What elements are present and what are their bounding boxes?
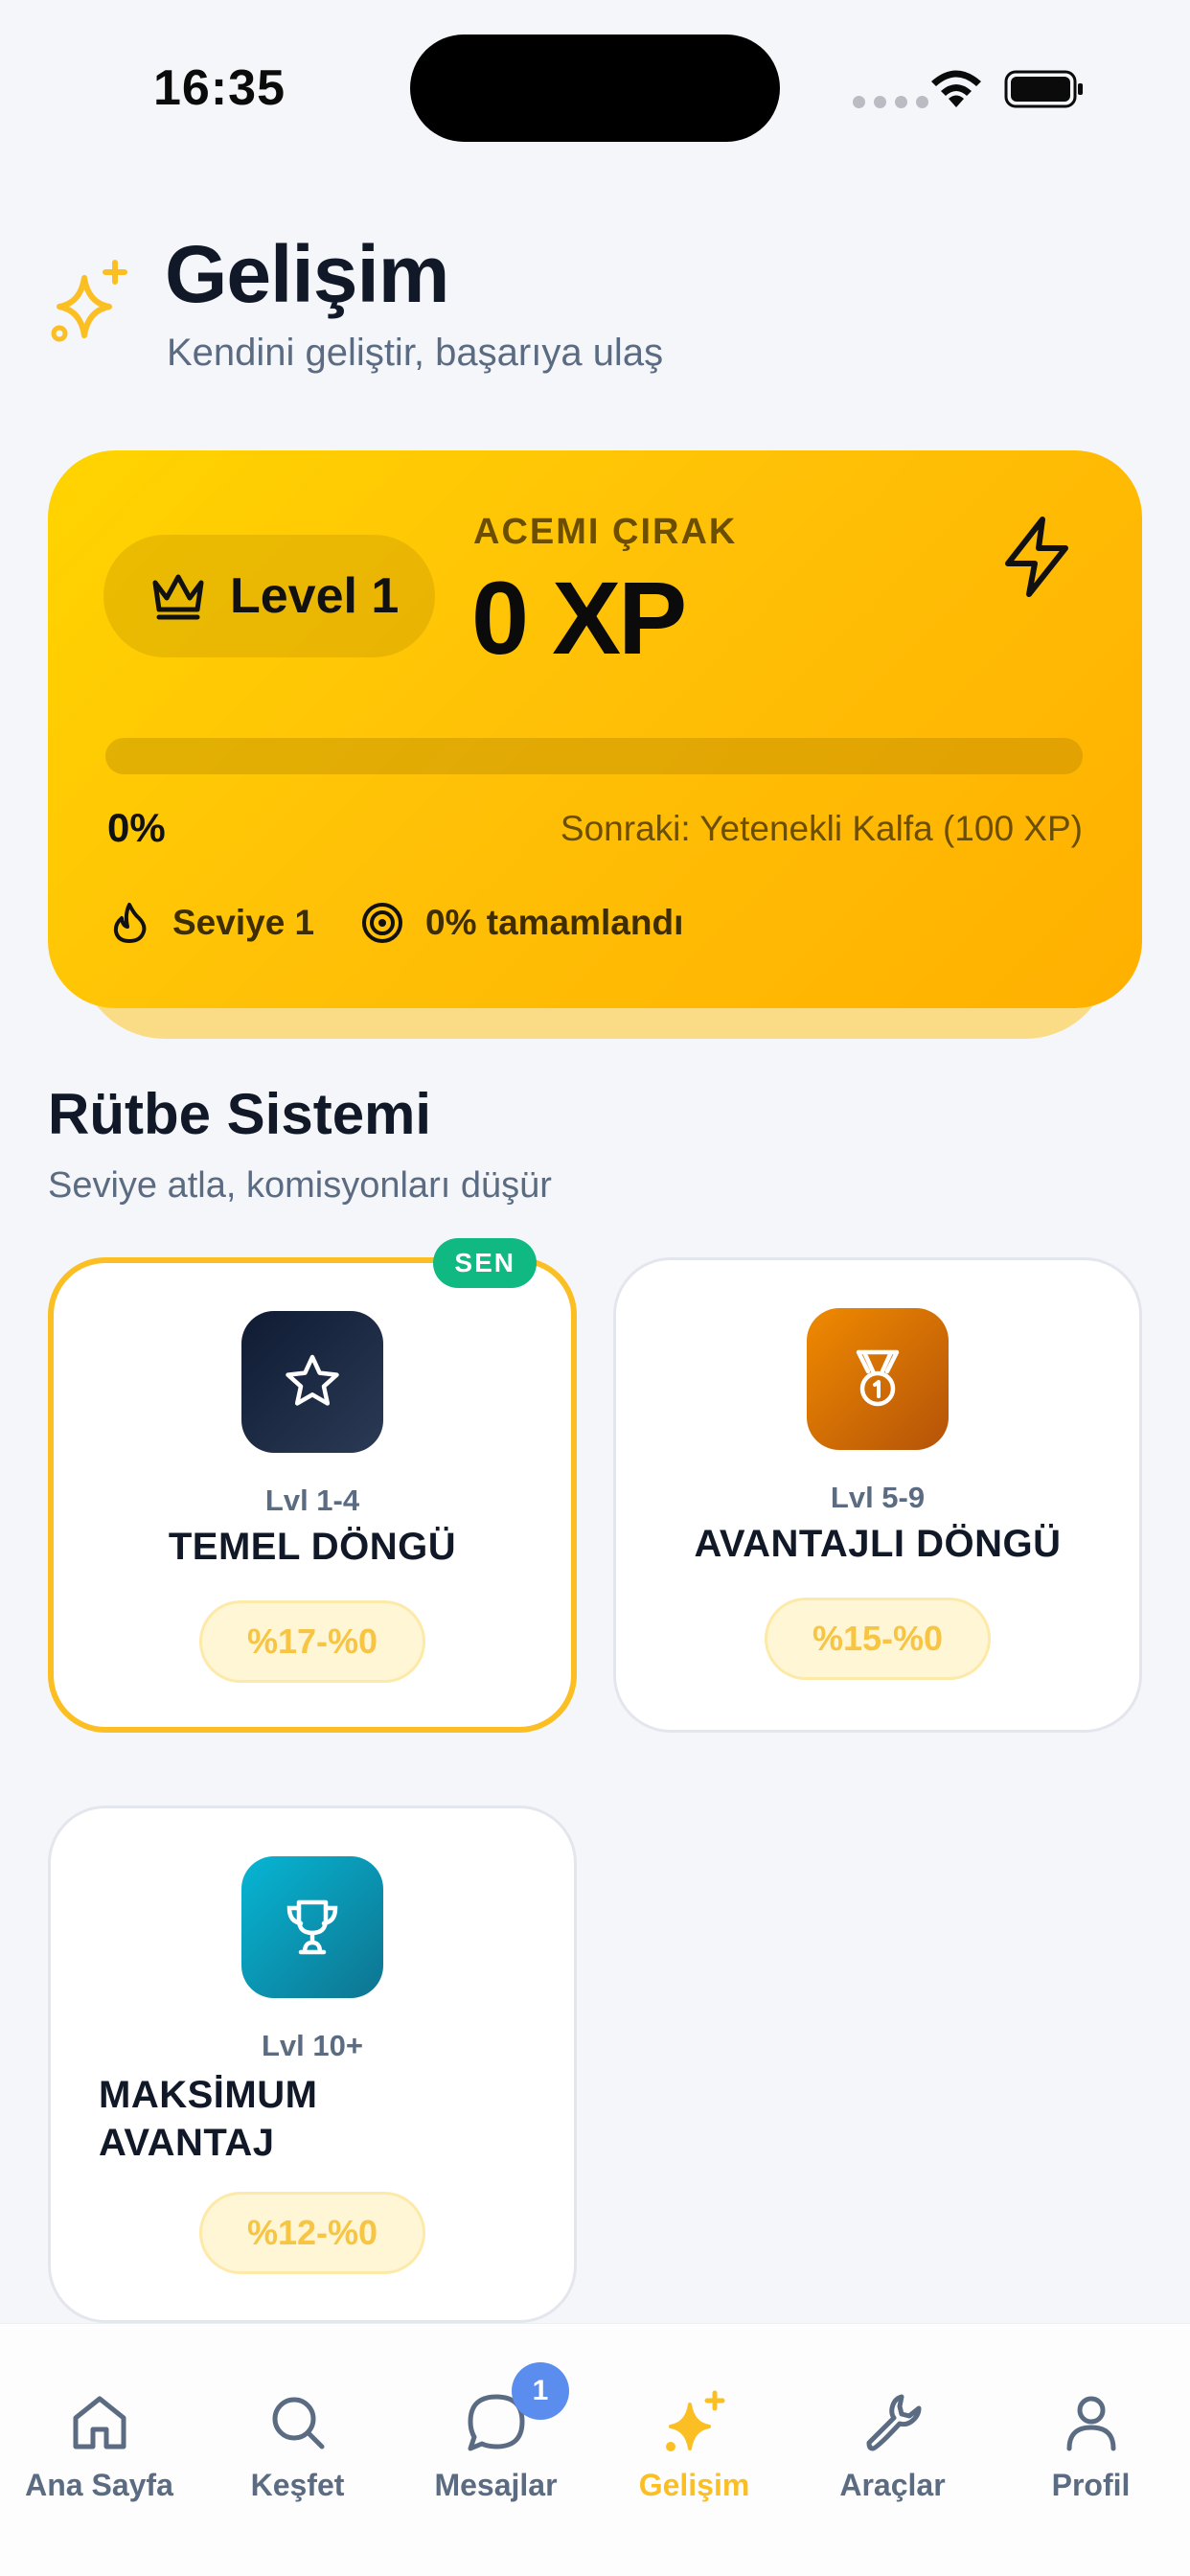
medal-icon — [856, 1349, 900, 1407]
completion-stat: 0% tamamlandı — [360, 901, 683, 945]
tab-profil[interactable]: Profil — [992, 2324, 1190, 2516]
unread-badge: 1 — [512, 2362, 569, 2420]
status-time: 16:35 — [153, 60, 286, 116]
rank-level: Lvl 5-9 — [830, 1481, 926, 1514]
flame-icon — [113, 903, 147, 943]
rank-icon-box — [241, 1856, 383, 1998]
tab-label: Araçlar — [839, 2468, 946, 2502]
tab-label: Profil — [1051, 2468, 1131, 2502]
tab-gelisim[interactable]: Gelişim — [595, 2324, 793, 2516]
target-icon — [362, 903, 402, 943]
star-icon — [286, 1354, 339, 1406]
commission-rate: %15-%0 — [765, 1598, 991, 1680]
rank-card-temel[interactable]: SEN Lvl 1-4 TEMEL DÖNGÜ %17-%0 — [48, 1238, 577, 1733]
current-rank-name: ACEMI ÇIRAK — [473, 512, 738, 552]
rank-icon-box — [807, 1308, 949, 1450]
page-subtitle: Kendini geliştir, başarıya ulaş — [167, 332, 664, 374]
rank-level: Lvl 10+ — [262, 2029, 363, 2062]
page-title: Gelişim — [165, 229, 449, 319]
lightning-icon — [1005, 517, 1068, 597]
current-rank-badge: SEN — [433, 1238, 537, 1288]
level-label: Level 1 — [230, 568, 400, 624]
xp-card: Level 1 ACEMI ÇIRAK 0 XP 0% Sonraki: Yet… — [48, 450, 1142, 1008]
rank-name-line-2: AVANTAJ — [99, 2122, 275, 2164]
search-icon — [272, 2397, 324, 2450]
next-rank-label: Sonraki: Yetenekli Kalfa (100 XP) — [560, 809, 1083, 848]
rank-name-line-1: MAKSİMUM — [99, 2074, 318, 2116]
rank-name: AVANTAJLI DÖNGÜ — [694, 1523, 1062, 1565]
tab-ana-sayfa[interactable]: Ana Sayfa — [0, 2324, 198, 2516]
bottom-tab-bar: Ana Sayfa Keşfet 1 Mesajlar Gelişim Araç… — [0, 2323, 1190, 2576]
completion-stat-text: 0% tamamlandı — [425, 903, 684, 942]
commission-rate: %17-%0 — [199, 1600, 425, 1683]
section-subtitle: Seviye atla, komisyonları düşür — [48, 1165, 552, 1206]
rank-card-avantajli[interactable]: Lvl 5-9 AVANTAJLI DÖNGÜ %15-%0 — [613, 1257, 1142, 1733]
tab-label: Mesajlar — [434, 2468, 558, 2502]
rank-card-maksimum[interactable]: Lvl 10+ MAKSİMUM AVANTAJ %12-%0 — [48, 1806, 577, 2323]
level-stat-text: Seviye 1 — [172, 903, 315, 942]
crown-icon — [152, 574, 204, 620]
section-title: Rütbe Sistemi — [48, 1082, 432, 1146]
rank-name: TEMEL DÖNGÜ — [168, 1526, 457, 1568]
xp-progress-bar — [105, 738, 1083, 774]
progress-percent: 0% — [107, 805, 166, 850]
commission-rate: %12-%0 — [199, 2192, 425, 2274]
rank-level: Lvl 1-4 — [264, 1484, 360, 1517]
level-stat: Seviye 1 — [107, 901, 314, 945]
cellular-signal-icon — [853, 96, 928, 108]
level-badge: Level 1 — [103, 535, 435, 657]
tab-araclar[interactable]: Araçlar — [793, 2324, 992, 2516]
sparkles-icon — [51, 260, 127, 342]
wifi-icon — [931, 70, 981, 107]
tab-label: Ana Sayfa — [25, 2468, 173, 2502]
home-icon — [73, 2396, 126, 2450]
status-bar: 16:35 — [0, 0, 1190, 182]
sparkles-icon — [665, 2390, 724, 2451]
rank-icon-box — [241, 1311, 383, 1453]
xp-value: 0 XP — [471, 560, 687, 676]
tab-label: Keşfet — [250, 2468, 345, 2502]
dynamic-island — [410, 34, 780, 142]
wrench-icon — [866, 2394, 921, 2451]
battery-icon — [1004, 70, 1083, 108]
tab-kesfet[interactable]: Keşfet — [198, 2324, 397, 2516]
user-icon — [1066, 2396, 1115, 2451]
trophy-icon — [286, 1899, 338, 1955]
tab-mesajlar[interactable]: 1 Mesajlar — [397, 2324, 595, 2516]
tab-label: Gelişim — [638, 2468, 750, 2502]
